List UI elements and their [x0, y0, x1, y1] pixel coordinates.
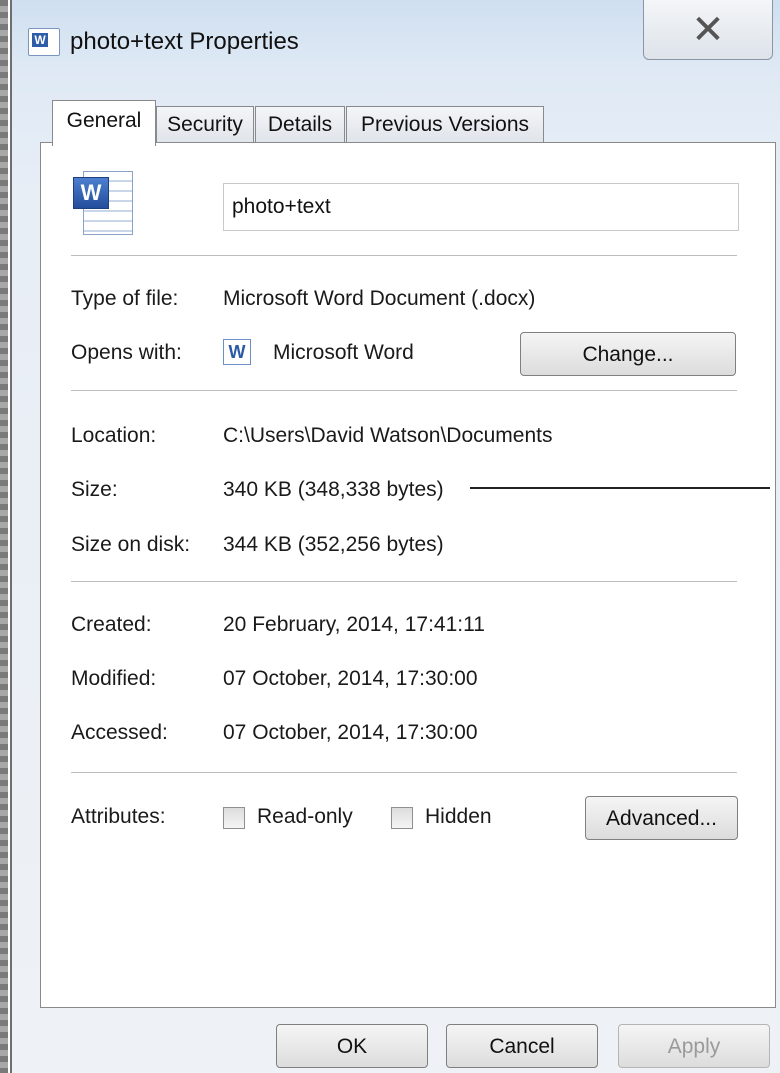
apply-button[interactable]: Apply [618, 1024, 770, 1068]
created-value: 20 February, 2014, 17:41:11 [223, 613, 485, 636]
microsoft-word-icon: W [223, 339, 251, 365]
word-icon-letter: W [228, 342, 246, 362]
type-of-file-value: Microsoft Word Document (.docx) [223, 287, 536, 310]
hidden-checkbox[interactable] [391, 807, 413, 829]
title-icon-letter: W [32, 33, 48, 47]
tab-security[interactable]: Security [156, 106, 254, 144]
tab-general[interactable]: General [52, 100, 156, 146]
advanced-button[interactable]: Advanced... [585, 796, 738, 840]
word-logo: W [73, 177, 109, 209]
word-document-icon: W [73, 171, 135, 235]
read-only-checkbox[interactable] [223, 807, 245, 829]
cancel-button[interactable]: Cancel [446, 1024, 598, 1068]
file-name-input[interactable] [223, 183, 739, 231]
divider [71, 255, 737, 256]
type-of-file-label: Type of file: [71, 287, 179, 310]
change-button[interactable]: Change... [520, 332, 736, 376]
tab-details[interactable]: Details [255, 106, 345, 144]
divider [71, 581, 737, 582]
size-label: Size: [71, 478, 118, 501]
opens-with-label: Opens with: [71, 341, 182, 364]
close-button[interactable]: ✕ [643, 0, 773, 60]
divider [71, 772, 737, 773]
modified-value: 07 October, 2014, 17:30:00 [223, 667, 478, 690]
size-on-disk-value: 344 KB (352,256 bytes) [223, 533, 444, 556]
tab-previous-versions[interactable]: Previous Versions [346, 106, 544, 144]
general-tab-panel: W Type of file: Microsoft Word Document … [40, 142, 776, 1008]
window-title: photo+text Properties [70, 28, 299, 55]
size-value: 340 KB (348,338 bytes) [223, 478, 444, 501]
location-value: C:\Users\David Watson\Documents [223, 424, 553, 447]
properties-dialog: W photo+text Properties ✕ General Securi… [10, 0, 780, 1073]
accessed-value: 07 October, 2014, 17:30:00 [223, 721, 478, 744]
location-label: Location: [71, 424, 157, 447]
accessed-label: Accessed: [71, 721, 168, 744]
created-label: Created: [71, 613, 152, 636]
read-only-label[interactable]: Read-only [257, 805, 353, 829]
background-window-edge [0, 0, 8, 1073]
hidden-label[interactable]: Hidden [425, 805, 492, 829]
title-bar[interactable]: W photo+text Properties ✕ [12, 0, 780, 88]
ok-button[interactable]: OK [276, 1024, 428, 1068]
document-icon: W [28, 28, 60, 56]
close-icon: ✕ [691, 6, 725, 53]
attributes-label: Attributes: [71, 805, 166, 828]
opens-with-value: Microsoft Word [273, 341, 414, 364]
modified-label: Modified: [71, 667, 157, 690]
annotation-pointer-line [470, 487, 770, 489]
divider [71, 390, 737, 391]
size-on-disk-label: Size on disk: [71, 533, 191, 556]
